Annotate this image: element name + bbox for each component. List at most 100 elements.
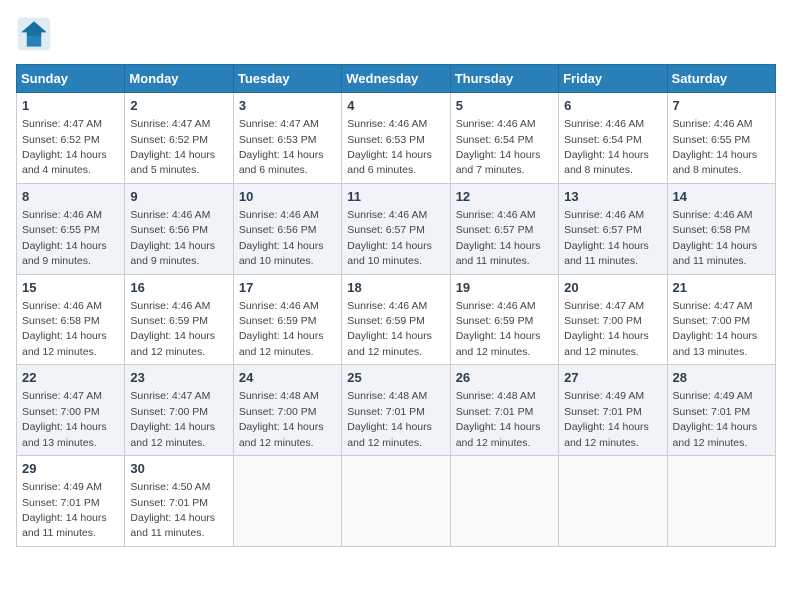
daylight-info: Daylight: 14 hours and 10 minutes. <box>239 240 324 267</box>
daylight-info: Daylight: 14 hours and 4 minutes. <box>22 149 107 176</box>
day-number: 17 <box>239 279 336 297</box>
sunrise-info: Sunrise: 4:49 AM <box>673 390 753 402</box>
day-cell: 21 Sunrise: 4:47 AM Sunset: 7:00 PM Dayl… <box>667 274 775 365</box>
day-cell: 5 Sunrise: 4:46 AM Sunset: 6:54 PM Dayli… <box>450 93 558 184</box>
daylight-info: Daylight: 14 hours and 8 minutes. <box>564 149 649 176</box>
sunrise-info: Sunrise: 4:46 AM <box>239 209 319 221</box>
day-number: 1 <box>22 97 119 115</box>
day-cell: 17 Sunrise: 4:46 AM Sunset: 6:59 PM Dayl… <box>233 274 341 365</box>
sunrise-info: Sunrise: 4:46 AM <box>239 300 319 312</box>
day-number: 21 <box>673 279 770 297</box>
daylight-info: Daylight: 14 hours and 12 minutes. <box>564 421 649 448</box>
week-row-5: 29 Sunrise: 4:49 AM Sunset: 7:01 PM Dayl… <box>17 456 776 547</box>
header-wednesday: Wednesday <box>342 65 450 93</box>
header-monday: Monday <box>125 65 233 93</box>
sunset-info: Sunset: 6:53 PM <box>239 134 317 146</box>
sunset-info: Sunset: 7:00 PM <box>239 406 317 418</box>
day-number: 19 <box>456 279 553 297</box>
daylight-info: Daylight: 14 hours and 5 minutes. <box>130 149 215 176</box>
day-cell: 11 Sunrise: 4:46 AM Sunset: 6:57 PM Dayl… <box>342 183 450 274</box>
day-number: 8 <box>22 188 119 206</box>
day-cell: 19 Sunrise: 4:46 AM Sunset: 6:59 PM Dayl… <box>450 274 558 365</box>
day-cell: 18 Sunrise: 4:46 AM Sunset: 6:59 PM Dayl… <box>342 274 450 365</box>
daylight-info: Daylight: 14 hours and 13 minutes. <box>673 330 758 357</box>
sunset-info: Sunset: 7:00 PM <box>564 315 642 327</box>
day-number: 15 <box>22 279 119 297</box>
day-cell: 2 Sunrise: 4:47 AM Sunset: 6:52 PM Dayli… <box>125 93 233 184</box>
sunset-info: Sunset: 7:01 PM <box>564 406 642 418</box>
day-cell: 30 Sunrise: 4:50 AM Sunset: 7:01 PM Dayl… <box>125 456 233 547</box>
daylight-info: Daylight: 14 hours and 9 minutes. <box>22 240 107 267</box>
day-number: 16 <box>130 279 227 297</box>
day-number: 14 <box>673 188 770 206</box>
sunset-info: Sunset: 6:54 PM <box>456 134 534 146</box>
sunrise-info: Sunrise: 4:46 AM <box>130 209 210 221</box>
calendar-table: SundayMondayTuesdayWednesdayThursdayFrid… <box>16 64 776 547</box>
daylight-info: Daylight: 14 hours and 12 minutes. <box>456 330 541 357</box>
day-number: 5 <box>456 97 553 115</box>
sunset-info: Sunset: 6:58 PM <box>22 315 100 327</box>
daylight-info: Daylight: 14 hours and 11 minutes. <box>673 240 758 267</box>
sunset-info: Sunset: 6:58 PM <box>673 224 751 236</box>
sunrise-info: Sunrise: 4:48 AM <box>347 390 427 402</box>
sunset-info: Sunset: 7:00 PM <box>130 406 208 418</box>
day-cell: 26 Sunrise: 4:48 AM Sunset: 7:01 PM Dayl… <box>450 365 558 456</box>
sunset-info: Sunset: 7:01 PM <box>456 406 534 418</box>
day-cell: 27 Sunrise: 4:49 AM Sunset: 7:01 PM Dayl… <box>559 365 667 456</box>
sunrise-info: Sunrise: 4:46 AM <box>673 209 753 221</box>
page-header <box>16 16 776 52</box>
daylight-info: Daylight: 14 hours and 8 minutes. <box>673 149 758 176</box>
week-row-3: 15 Sunrise: 4:46 AM Sunset: 6:58 PM Dayl… <box>17 274 776 365</box>
day-number: 25 <box>347 369 444 387</box>
sunrise-info: Sunrise: 4:47 AM <box>564 300 644 312</box>
sunset-info: Sunset: 6:57 PM <box>347 224 425 236</box>
sunset-info: Sunset: 6:57 PM <box>564 224 642 236</box>
sunrise-info: Sunrise: 4:47 AM <box>22 118 102 130</box>
sunrise-info: Sunrise: 4:47 AM <box>673 300 753 312</box>
sunrise-info: Sunrise: 4:46 AM <box>22 209 102 221</box>
day-number: 13 <box>564 188 661 206</box>
sunrise-info: Sunrise: 4:46 AM <box>456 118 536 130</box>
sunrise-info: Sunrise: 4:46 AM <box>347 209 427 221</box>
daylight-info: Daylight: 14 hours and 12 minutes. <box>22 330 107 357</box>
day-number: 29 <box>22 460 119 478</box>
sunset-info: Sunset: 7:01 PM <box>22 497 100 509</box>
day-cell: 10 Sunrise: 4:46 AM Sunset: 6:56 PM Dayl… <box>233 183 341 274</box>
sunset-info: Sunset: 6:54 PM <box>564 134 642 146</box>
day-number: 26 <box>456 369 553 387</box>
day-cell: 29 Sunrise: 4:49 AM Sunset: 7:01 PM Dayl… <box>17 456 125 547</box>
sunrise-info: Sunrise: 4:50 AM <box>130 481 210 493</box>
day-cell: 4 Sunrise: 4:46 AM Sunset: 6:53 PM Dayli… <box>342 93 450 184</box>
daylight-info: Daylight: 14 hours and 11 minutes. <box>456 240 541 267</box>
sunrise-info: Sunrise: 4:48 AM <box>456 390 536 402</box>
day-number: 10 <box>239 188 336 206</box>
sunset-info: Sunset: 6:57 PM <box>456 224 534 236</box>
day-cell: 25 Sunrise: 4:48 AM Sunset: 7:01 PM Dayl… <box>342 365 450 456</box>
daylight-info: Daylight: 14 hours and 11 minutes. <box>564 240 649 267</box>
day-number: 28 <box>673 369 770 387</box>
sunset-info: Sunset: 6:59 PM <box>239 315 317 327</box>
day-number: 22 <box>22 369 119 387</box>
header-row: SundayMondayTuesdayWednesdayThursdayFrid… <box>17 65 776 93</box>
header-tuesday: Tuesday <box>233 65 341 93</box>
day-cell: 15 Sunrise: 4:46 AM Sunset: 6:58 PM Dayl… <box>17 274 125 365</box>
day-cell: 22 Sunrise: 4:47 AM Sunset: 7:00 PM Dayl… <box>17 365 125 456</box>
daylight-info: Daylight: 14 hours and 6 minutes. <box>347 149 432 176</box>
logo <box>16 16 56 52</box>
day-cell: 23 Sunrise: 4:47 AM Sunset: 7:00 PM Dayl… <box>125 365 233 456</box>
header-saturday: Saturday <box>667 65 775 93</box>
header-thursday: Thursday <box>450 65 558 93</box>
daylight-info: Daylight: 14 hours and 11 minutes. <box>130 512 215 539</box>
week-row-1: 1 Sunrise: 4:47 AM Sunset: 6:52 PM Dayli… <box>17 93 776 184</box>
daylight-info: Daylight: 14 hours and 12 minutes. <box>130 421 215 448</box>
week-row-4: 22 Sunrise: 4:47 AM Sunset: 7:00 PM Dayl… <box>17 365 776 456</box>
day-cell <box>233 456 341 547</box>
day-cell: 7 Sunrise: 4:46 AM Sunset: 6:55 PM Dayli… <box>667 93 775 184</box>
daylight-info: Daylight: 14 hours and 6 minutes. <box>239 149 324 176</box>
sunset-info: Sunset: 6:56 PM <box>130 224 208 236</box>
sunset-info: Sunset: 7:01 PM <box>673 406 751 418</box>
daylight-info: Daylight: 14 hours and 11 minutes. <box>22 512 107 539</box>
header-friday: Friday <box>559 65 667 93</box>
sunset-info: Sunset: 6:55 PM <box>673 134 751 146</box>
day-number: 23 <box>130 369 227 387</box>
